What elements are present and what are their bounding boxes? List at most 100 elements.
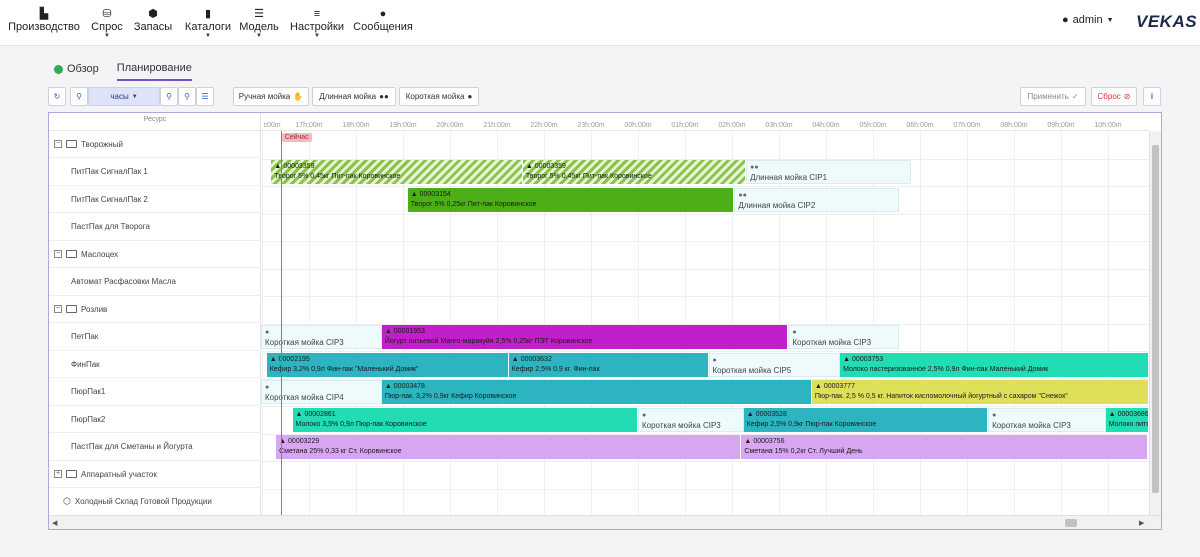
- bar-header: ▲ 00003528: [747, 410, 984, 420]
- factory-icon: ▙: [39, 8, 49, 20]
- order-bar[interactable]: ▲ 00002195 Кефир 3,2% 0,9л Фин-пак "Малень…: [266, 352, 509, 377]
- warning-icon: ▲: [843, 355, 851, 363]
- basket-icon: ⛁: [102, 8, 112, 20]
- row-line: [261, 213, 1149, 215]
- time-tick-label: 04h:00m: [812, 122, 840, 129]
- apply-button[interactable]: Применить ✓: [1020, 87, 1086, 106]
- warning-icon: ▲: [525, 163, 533, 170]
- zoom-in-button[interactable]: ⚲: [160, 87, 178, 106]
- folder-icon: [66, 250, 77, 258]
- order-bar[interactable]: ▲00003686Молоко питьевое: [1105, 407, 1149, 432]
- nav-item-0[interactable]: ▙ Производство: [8, 8, 80, 33]
- user-menu[interactable]: ● admin ▼: [1062, 14, 1114, 26]
- row-line: [261, 488, 1149, 490]
- time-tick-label: 06h:00m: [906, 122, 934, 129]
- chevron-down-icon: ▼: [314, 33, 320, 39]
- order-bar[interactable]: ▲ 00003777 Пюр-пак. 2,5 % 0,5 кг. Напиток …: [811, 380, 1149, 404]
- order-bar[interactable]: ▲ 00003528 Кефир 2,5% 0,9кг Пюр-пак Корови…: [743, 407, 989, 432]
- resource-row: ПюрПак1: [49, 379, 261, 406]
- order-id: 00003528: [755, 410, 787, 418]
- nav-item-6[interactable]: ● Сообщения: [349, 8, 417, 33]
- horizontal-scrollbar[interactable]: ◀ ▶: [49, 515, 1161, 529]
- info-icon: i: [1150, 92, 1154, 101]
- reset-button[interactable]: Сброс ⊘: [1091, 87, 1137, 106]
- wash-block[interactable]: ● Короткая мойка CIP5: [708, 352, 841, 377]
- refresh-icon: ↻: [53, 92, 61, 101]
- wash-block[interactable]: ● Короткая мойка CIP3: [638, 407, 744, 432]
- horizontal-scroll-thumb[interactable]: [1065, 519, 1077, 527]
- order-bar[interactable]: ▲ 00003632 Кефир 2,5% 0,9 кг. Фин-пак: [508, 352, 709, 377]
- nav-item-label: Настройки: [290, 21, 344, 33]
- short-wash-button[interactable]: Короткая мойка ●: [399, 87, 479, 106]
- collapse-icon[interactable]: −: [54, 140, 62, 148]
- bar-header: ●: [792, 328, 894, 338]
- scroll-left-icon[interactable]: ◀: [52, 519, 57, 527]
- order-id: 00003756: [753, 438, 785, 445]
- chevron-down-icon: ▼: [256, 33, 262, 39]
- resource-label: Аппаратный участок: [81, 469, 157, 479]
- vertical-scrollbar[interactable]: [1149, 131, 1161, 515]
- long-wash-button[interactable]: Длинная мойка ●●: [312, 87, 396, 106]
- row-line: [261, 241, 1149, 242]
- collapse-icon[interactable]: −: [54, 305, 62, 313]
- tab-overview[interactable]: Обзор: [54, 62, 99, 81]
- resource-row[interactable]: − Маслоцех: [49, 241, 261, 268]
- gantt-toolbar: ↻ ⚲ часы ▼ ⚲ ⚲ ☰ Ручная мойка ✋ Длинная …: [48, 87, 1164, 107]
- wash-block[interactable]: ● Короткая мойка CIP3: [788, 325, 899, 349]
- resource-row[interactable]: − Розлив: [49, 296, 261, 323]
- bar-header: ▲ 00003229: [279, 437, 737, 447]
- collapse-icon[interactable]: −: [54, 250, 62, 258]
- time-scale-select[interactable]: часы ▼: [88, 87, 160, 106]
- resource-row[interactable]: − Творожный: [49, 131, 261, 158]
- wash-block[interactable]: ●● Длинная мойка CIP2: [734, 187, 899, 212]
- wash-block[interactable]: ● Короткая мойка CIP3: [261, 325, 382, 349]
- manual-wash-button[interactable]: Ручная мойка ✋: [233, 87, 309, 106]
- refresh-button[interactable]: ↻: [48, 87, 66, 106]
- nav-item-5[interactable]: ≡ Настройки ▼: [283, 8, 351, 39]
- order-bar[interactable]: ▲ 00003229 Сметана 25% 0,33 кг Ст. Коровин…: [276, 435, 742, 459]
- time-tick-label: 03h:00m: [765, 122, 793, 129]
- bar-text: Короткая мойка CIP3: [992, 420, 1071, 430]
- folder-icon: [66, 140, 77, 148]
- bar-text: Длинная мойка CIP2: [738, 200, 816, 210]
- order-id: 00003154: [419, 190, 451, 198]
- drop-icon: ●: [712, 356, 717, 364]
- folder-icon: [66, 470, 77, 478]
- warning-icon: ▲: [384, 383, 392, 390]
- wash-block[interactable]: ● Короткая мойка CIP4: [261, 380, 382, 404]
- timeline-area: c00m 17h:00m 18h:00m 19h:00m 20h:00m 21h:00m 2…: [261, 113, 1149, 529]
- expand-icon[interactable]: +: [54, 470, 62, 478]
- drop-icon: ●: [265, 329, 270, 336]
- time-tick-label: 02h:00m: [718, 122, 746, 129]
- order-bar[interactable]: ▲ 00003359 Творог 5% 0,45кг Пит-пак Корови…: [522, 160, 747, 184]
- now-label: Сейчас: [281, 133, 312, 142]
- order-bar[interactable]: ▲ 00003478 Пюр-пак. 3,2% 0,9кг Кефир Коров…: [381, 380, 812, 404]
- bar-header: ▲ 00003154: [411, 190, 731, 200]
- wash-block[interactable]: ● Короткая мойка CIP3: [988, 407, 1106, 432]
- vertical-scroll-thumb[interactable]: [1152, 145, 1159, 493]
- zoom-out-button[interactable]: ⚲: [70, 87, 88, 106]
- resource-row[interactable]: + Аппаратный участок: [49, 461, 261, 488]
- wash-block[interactable]: ●● Длинная мойка CIP1: [746, 160, 911, 184]
- order-bar[interactable]: ▲ 00003359 Творог 5% 0,45кг Пит-пак Корови…: [271, 160, 523, 184]
- order-bar[interactable]: ▲ 00003756 Сметана 15% 0,2кг Ст. Лучший Де…: [741, 435, 1148, 459]
- list-button[interactable]: ☰: [196, 87, 214, 106]
- order-id: 00003686: [1117, 410, 1149, 418]
- resource-label: ПитПак СигналПак 1: [71, 167, 148, 176]
- bar-text: Пюр-пак. 3,2% 0,9кг Кефир Коровинское: [384, 393, 517, 400]
- time-tick-label: c00m: [263, 122, 281, 129]
- order-id: 00003478: [393, 383, 425, 390]
- tab-planning[interactable]: Планирование: [116, 62, 192, 81]
- order-bar[interactable]: ▲ 00003154 Творог 5% 0,25кг Пит-пак Корови…: [407, 187, 735, 212]
- search-button[interactable]: ⚲: [178, 87, 196, 106]
- info-button[interactable]: i: [1143, 87, 1161, 106]
- drops-icon: ●●: [379, 92, 389, 101]
- book-icon: ▮: [204, 8, 212, 20]
- order-bar[interactable]: ▲ 00003753 Молоко пастеризованное 2,5% 0,9…: [840, 352, 1149, 377]
- user-name: admin: [1072, 14, 1103, 26]
- order-bar[interactable]: ▲ 00001953 Йогурт питьевой Манго-маракуйя …: [381, 325, 789, 349]
- chevron-down-icon: ▼: [205, 33, 211, 39]
- order-bar[interactable]: ▲ 00002861 Молоко 3,5% 0,9л Пюр-пак Корови…: [292, 407, 638, 432]
- bar-header: ▲ 00002195: [270, 355, 505, 365]
- scroll-right-icon[interactable]: ▶: [1139, 519, 1144, 527]
